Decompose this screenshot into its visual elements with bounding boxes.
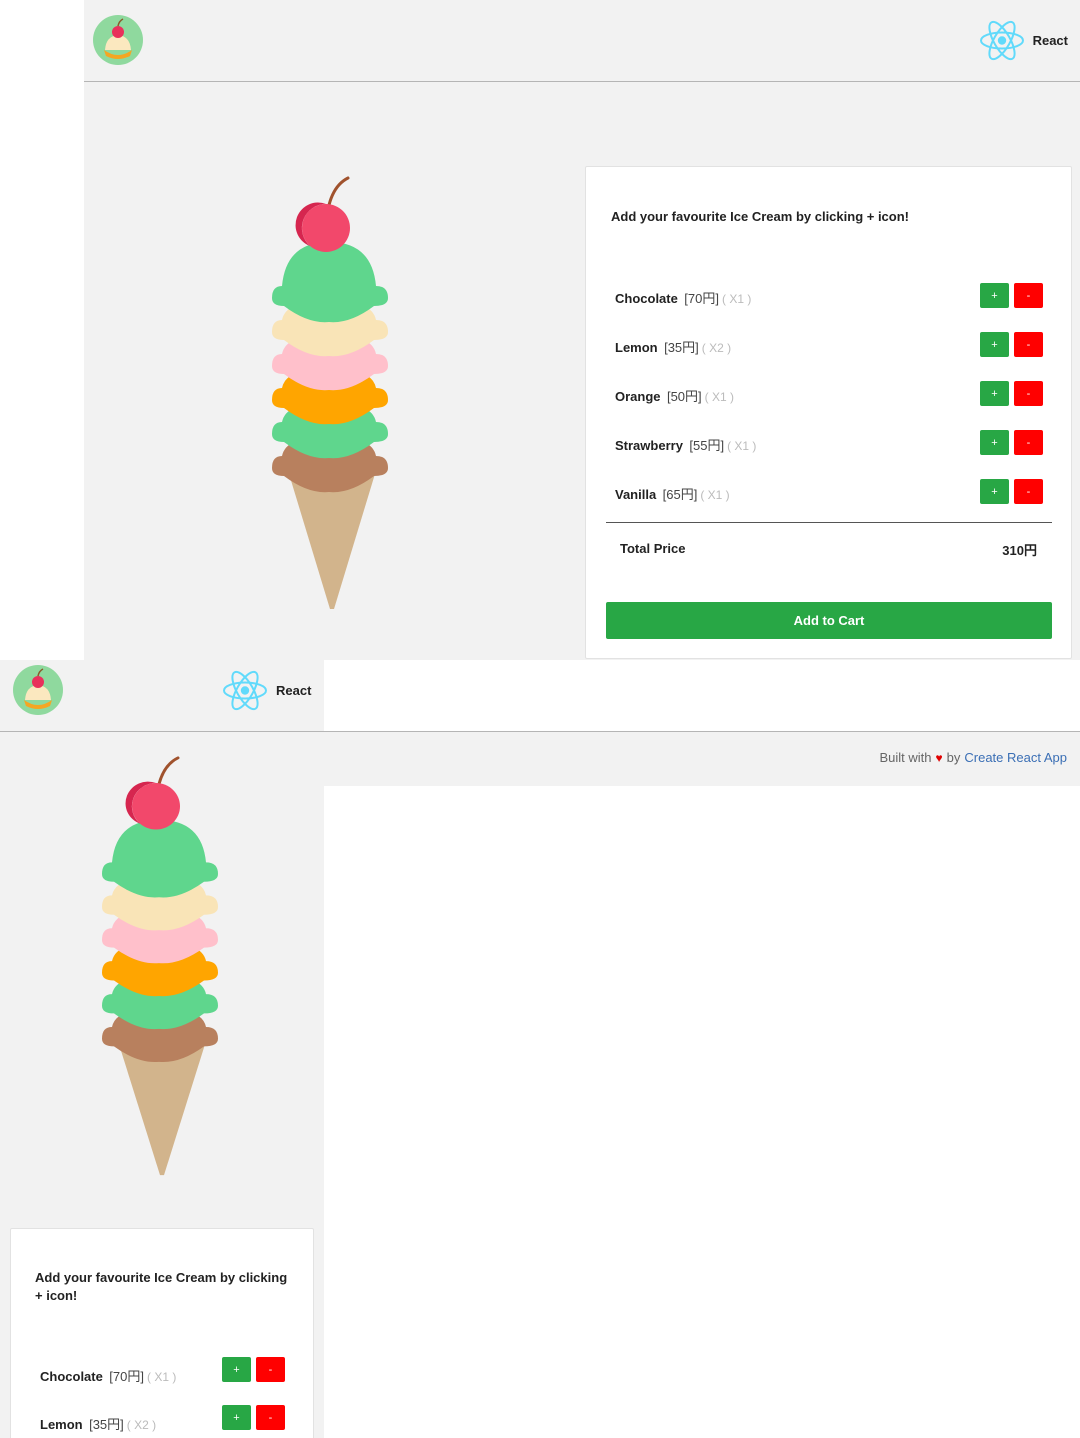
flavor-quantity: ( X1 ) xyxy=(727,439,757,453)
quantity-controls: + - xyxy=(222,1357,285,1382)
ice-cream-cone-illustration xyxy=(102,756,218,1176)
flavor-price: [50円] xyxy=(666,389,702,404)
mobile-view: React Add your favourite Ice Cream by cl… xyxy=(0,660,324,1438)
desktop-view: React Add your favourite Ice Cream by cl… xyxy=(84,0,1080,660)
flavor-row: Lemon [35円]( X2 ) + - xyxy=(40,1405,285,1435)
ice-cream-cherry-logo-icon[interactable] xyxy=(12,664,64,716)
quantity-controls: + - xyxy=(980,479,1043,504)
footer: Built with ♥ by Create React App xyxy=(324,732,1080,786)
flavor-price: [70円] xyxy=(684,291,719,306)
remove-scoop-button[interactable]: - xyxy=(256,1405,285,1430)
create-react-app-link[interactable]: Create React App xyxy=(964,750,1067,765)
quantity-controls: + - xyxy=(980,283,1043,308)
react-logo-icon xyxy=(979,20,1025,61)
react-label: React xyxy=(1032,32,1068,48)
react-label: React xyxy=(276,682,312,698)
mobile-header-bar: React xyxy=(0,660,324,732)
flavor-name: Chocolate xyxy=(40,1369,103,1384)
add-scoop-button[interactable]: + xyxy=(980,479,1009,504)
footer-credit: Built with ♥ by Create React App xyxy=(879,750,1067,765)
flavor-quantity: ( X1 ) xyxy=(704,390,734,404)
flavor-quantity: ( X1 ) xyxy=(700,488,730,502)
flavor-label: Orange [50円]( X1 ) xyxy=(615,386,734,406)
flavor-price: [65円] xyxy=(662,487,698,502)
flavor-name: Lemon xyxy=(40,1417,83,1432)
flavor-quantity: ( X2 ) xyxy=(701,341,732,355)
card-title: Add your favourite Ice Cream by clicking… xyxy=(35,1270,288,1303)
add-scoop-button[interactable]: + xyxy=(980,430,1009,455)
card-title: Add your favourite Ice Cream by clicking… xyxy=(611,209,909,224)
flavor-row: Chocolate [70円]( X1 ) + - xyxy=(615,283,1043,311)
flavor-card: Add your favourite Ice Cream by clicking… xyxy=(585,166,1072,659)
flavor-row: Vanilla [65円]( X1 ) + - xyxy=(615,479,1043,507)
quantity-controls: + - xyxy=(222,1405,285,1430)
add-scoop-button[interactable]: + xyxy=(222,1357,251,1382)
built-with-text: Built with xyxy=(879,750,932,765)
add-scoop-button[interactable]: + xyxy=(980,283,1009,308)
flavor-card: Add your favourite Ice Cream by clicking… xyxy=(10,1228,314,1438)
flavor-label: Vanilla [65円]( X1 ) xyxy=(615,484,730,504)
flavor-quantity: ( X1 ) xyxy=(721,292,752,306)
flavor-price: [35円] xyxy=(664,340,699,355)
divider xyxy=(606,522,1052,523)
flavor-price: [35円] xyxy=(89,1417,124,1432)
remove-scoop-button[interactable]: - xyxy=(1014,381,1043,406)
flavor-row: Strawberry [55円]( X1 ) + - xyxy=(615,430,1043,458)
flavor-row: Orange [50円]( X1 ) + - xyxy=(615,381,1043,409)
remove-scoop-button[interactable]: - xyxy=(1014,283,1043,308)
flavor-quantity: ( X1 ) xyxy=(146,1370,177,1384)
flavor-name: Strawberry xyxy=(615,438,683,453)
react-link[interactable]: React xyxy=(222,670,311,710)
add-scoop-button[interactable]: + xyxy=(222,1405,251,1430)
flavor-label: Chocolate [70円]( X1 ) xyxy=(615,288,751,308)
flavor-name: Chocolate xyxy=(615,291,678,306)
flavor-label: Lemon [35円]( X2 ) xyxy=(615,337,731,357)
remove-scoop-button[interactable]: - xyxy=(1014,430,1043,455)
flavor-price: [70円] xyxy=(109,1369,144,1384)
flavor-name: Vanilla xyxy=(615,487,657,502)
flavor-row: Chocolate [70円]( X1 ) + - xyxy=(40,1357,285,1387)
ice-cream-cherry-logo-icon[interactable] xyxy=(92,14,144,66)
react-link[interactable]: React xyxy=(979,20,1068,60)
flavor-label: Strawberry [55円]( X1 ) xyxy=(615,435,756,455)
remove-scoop-button[interactable]: - xyxy=(256,1357,285,1382)
header-bar: React xyxy=(84,0,1080,82)
remove-scoop-button[interactable]: - xyxy=(1014,479,1043,504)
flavor-name: Lemon xyxy=(615,340,658,355)
flavor-label: Lemon [35円]( X2 ) xyxy=(40,1414,156,1434)
add-scoop-button[interactable]: + xyxy=(980,332,1009,357)
add-to-cart-button[interactable]: Add to Cart xyxy=(606,602,1052,639)
flavor-label: Chocolate [70円]( X1 ) xyxy=(40,1366,176,1386)
remove-scoop-button[interactable]: - xyxy=(1014,332,1043,357)
flavor-price: [55円] xyxy=(689,438,725,453)
total-price-label: Total Price xyxy=(620,541,686,556)
flavor-row: Lemon [35円]( X2 ) + - xyxy=(615,332,1043,360)
react-logo-icon xyxy=(222,670,268,711)
flavor-name: Orange xyxy=(615,389,661,404)
quantity-controls: + - xyxy=(980,381,1043,406)
flavor-quantity: ( X2 ) xyxy=(126,1418,157,1432)
ice-cream-cone-illustration xyxy=(272,176,388,609)
by-text: by xyxy=(946,750,961,765)
heart-icon: ♥ xyxy=(935,751,943,765)
quantity-controls: + - xyxy=(980,430,1043,455)
quantity-controls: + - xyxy=(980,332,1043,357)
add-scoop-button[interactable]: + xyxy=(980,381,1009,406)
total-price-value: 310円 xyxy=(1002,543,1037,558)
